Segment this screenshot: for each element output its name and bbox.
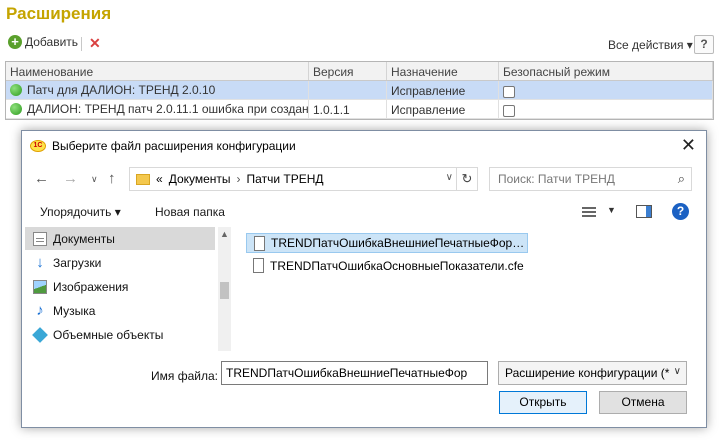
row-purpose: Исправление	[387, 100, 499, 118]
filename-label: Имя файла:	[151, 369, 218, 383]
dialog-titlebar: 1С Выберите файл расширения конфигурации	[22, 131, 706, 161]
view-options-icon[interactable]	[582, 205, 596, 217]
plus-icon: +	[8, 35, 22, 49]
search-icon: ⌕	[677, 171, 685, 186]
close-icon[interactable]: ✕	[681, 136, 696, 154]
images-icon	[33, 279, 47, 294]
forward-arrow-icon[interactable]: →	[63, 170, 78, 187]
page-title: Расширения	[6, 4, 112, 23]
toolbar: + Добавить ✕ Все действия ▾ ?	[0, 32, 719, 56]
all-actions-button[interactable]: Все действия ▾	[608, 38, 693, 52]
column-header-version[interactable]: Версия	[309, 62, 387, 80]
organize-button[interactable]: Упорядочить ▾	[40, 205, 121, 219]
scroll-up-icon[interactable]: ▲	[220, 229, 229, 239]
open-button[interactable]: Открыть	[499, 391, 587, 414]
row-name: Патч для ДАЛИОН: ТРЕНД 2.0.10	[27, 83, 216, 97]
filename-input[interactable]: TRENDПатчОшибкаВнешниеПечатныеФор	[221, 361, 488, 385]
add-button[interactable]: + Добавить	[8, 35, 78, 49]
nav-item-music[interactable]: ♪ Музыка	[25, 299, 215, 322]
filetype-select[interactable]: Расширение конфигурации (* ∨	[498, 361, 687, 385]
add-button-label: Добавить	[25, 35, 79, 49]
status-dot-icon	[10, 103, 22, 115]
column-header-safe-mode[interactable]: Безопасный режим	[499, 62, 713, 80]
chevron-down-icon[interactable]: ▼	[607, 205, 616, 215]
table-header: Наименование Версия Назначение Безопасны…	[6, 62, 713, 81]
safe-mode-checkbox[interactable]	[503, 85, 515, 98]
nav-item-downloads[interactable]: ↓ Загрузки	[25, 251, 215, 274]
status-dot-icon	[10, 84, 22, 96]
back-arrow-icon[interactable]: ←	[34, 170, 49, 187]
toolbar-divider	[81, 37, 82, 51]
recent-chevron-icon[interactable]: ∨	[91, 174, 98, 185]
nav-item-3d-objects[interactable]: Объемные объекты	[25, 323, 215, 346]
search-input[interactable]: Поиск: Патчи ТРЕНД ⌕	[489, 167, 692, 191]
1c-logo-icon: 1С	[30, 140, 46, 152]
chevron-down-icon: ∨	[673, 366, 681, 377]
row-name: ДАЛИОН: ТРЕНД патч 2.0.11.1 ошибка при с…	[27, 102, 309, 116]
breadcrumb-documents[interactable]: Документы	[169, 172, 231, 186]
row-version: 1.0.1.1	[309, 100, 387, 118]
extensions-table: Наименование Версия Назначение Безопасны…	[5, 61, 714, 120]
row-purpose: Исправление	[387, 81, 499, 99]
music-note-icon: ♪	[36, 301, 44, 319]
file-icon	[253, 258, 264, 273]
folder-icon	[136, 173, 150, 185]
file-item[interactable]: TRENDПатчОшибкаВнешниеПечатныеФор…	[246, 233, 528, 253]
file-item[interactable]: TRENDПатчОшибкаОсновныеПоказатели.cfe	[246, 256, 528, 276]
table-row[interactable]: ДАЛИОН: ТРЕНД патч 2.0.11.1 ошибка при с…	[6, 100, 713, 119]
scrollbar-thumb[interactable]	[220, 282, 229, 299]
dialog-title: Выберите файл расширения конфигурации	[52, 139, 296, 153]
up-arrow-icon[interactable]: ↑	[108, 170, 116, 187]
chevron-right-icon: ›	[236, 172, 241, 186]
delete-icon[interactable]: ✕	[89, 35, 101, 52]
cube-icon	[32, 326, 48, 343]
column-header-purpose[interactable]: Назначение	[387, 62, 499, 80]
table-row[interactable]: Патч для ДАЛИОН: ТРЕНД 2.0.10 Исправлени…	[6, 81, 713, 100]
refresh-icon[interactable]: ↻	[456, 168, 477, 190]
preview-pane-icon[interactable]	[636, 205, 652, 218]
download-arrow-icon: ↓	[36, 253, 44, 271]
navigation-bar: ← → ∨ ↑ « Документы › Патчи ТРЕНД ∨ ↻ По…	[22, 164, 706, 194]
help-button[interactable]: ?	[694, 35, 714, 54]
nav-item-documents[interactable]: Документы	[25, 227, 215, 250]
documents-icon	[33, 231, 47, 246]
address-bar[interactable]: « Документы › Патчи ТРЕНД ∨ ↻	[129, 167, 478, 191]
help-icon[interactable]: ?	[672, 203, 689, 220]
safe-mode-checkbox[interactable]	[503, 104, 515, 117]
breadcrumb-patches[interactable]: Патчи ТРЕНД	[247, 172, 324, 186]
nav-item-images[interactable]: Изображения	[25, 275, 215, 298]
file-dialog: 1С Выберите файл расширения конфигурации…	[21, 130, 707, 428]
chevron-down-icon[interactable]: ∨	[446, 172, 453, 183]
breadcrumb-overflow[interactable]: «	[156, 172, 163, 186]
column-header-name[interactable]: Наименование	[6, 62, 309, 80]
cancel-button[interactable]: Отмена	[599, 391, 687, 414]
row-version	[309, 81, 387, 99]
navigation-scrollbar[interactable]: ▲	[218, 227, 231, 351]
file-icon	[254, 236, 265, 251]
new-folder-button[interactable]: Новая папка	[155, 205, 225, 219]
navigation-pane: Документы ↓ Загрузки Изображения ♪ Музык…	[25, 227, 231, 351]
command-bar: Упорядочить ▾ Новая папка ▼ ?	[22, 197, 706, 227]
